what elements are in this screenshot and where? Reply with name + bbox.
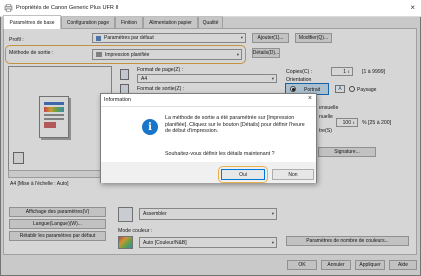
close-icon[interactable]: × — [410, 3, 415, 12]
dialog-message: La méthode de sortie a été paramétrée su… — [165, 115, 305, 135]
yes-button[interactable]: Oui — [221, 169, 265, 180]
printer-icon — [4, 4, 13, 12]
info-icon: i — [142, 119, 158, 135]
dialog-question: Souhaitez-vous définir les détails maint… — [165, 151, 275, 157]
dialog-close-icon[interactable]: × — [308, 95, 312, 102]
dialog-title: Information — [104, 97, 131, 103]
information-dialog: Information × i La méthode de sortie a é… — [100, 93, 317, 183]
no-button[interactable]: Non — [272, 169, 314, 180]
title-bar: Propriétés de Canon Generic Plus UFR II … — [0, 0, 421, 17]
tab-basic[interactable]: Paramètres de base — [3, 15, 61, 29]
window-title: Propriétés de Canon Generic Plus UFR II — [16, 5, 119, 11]
